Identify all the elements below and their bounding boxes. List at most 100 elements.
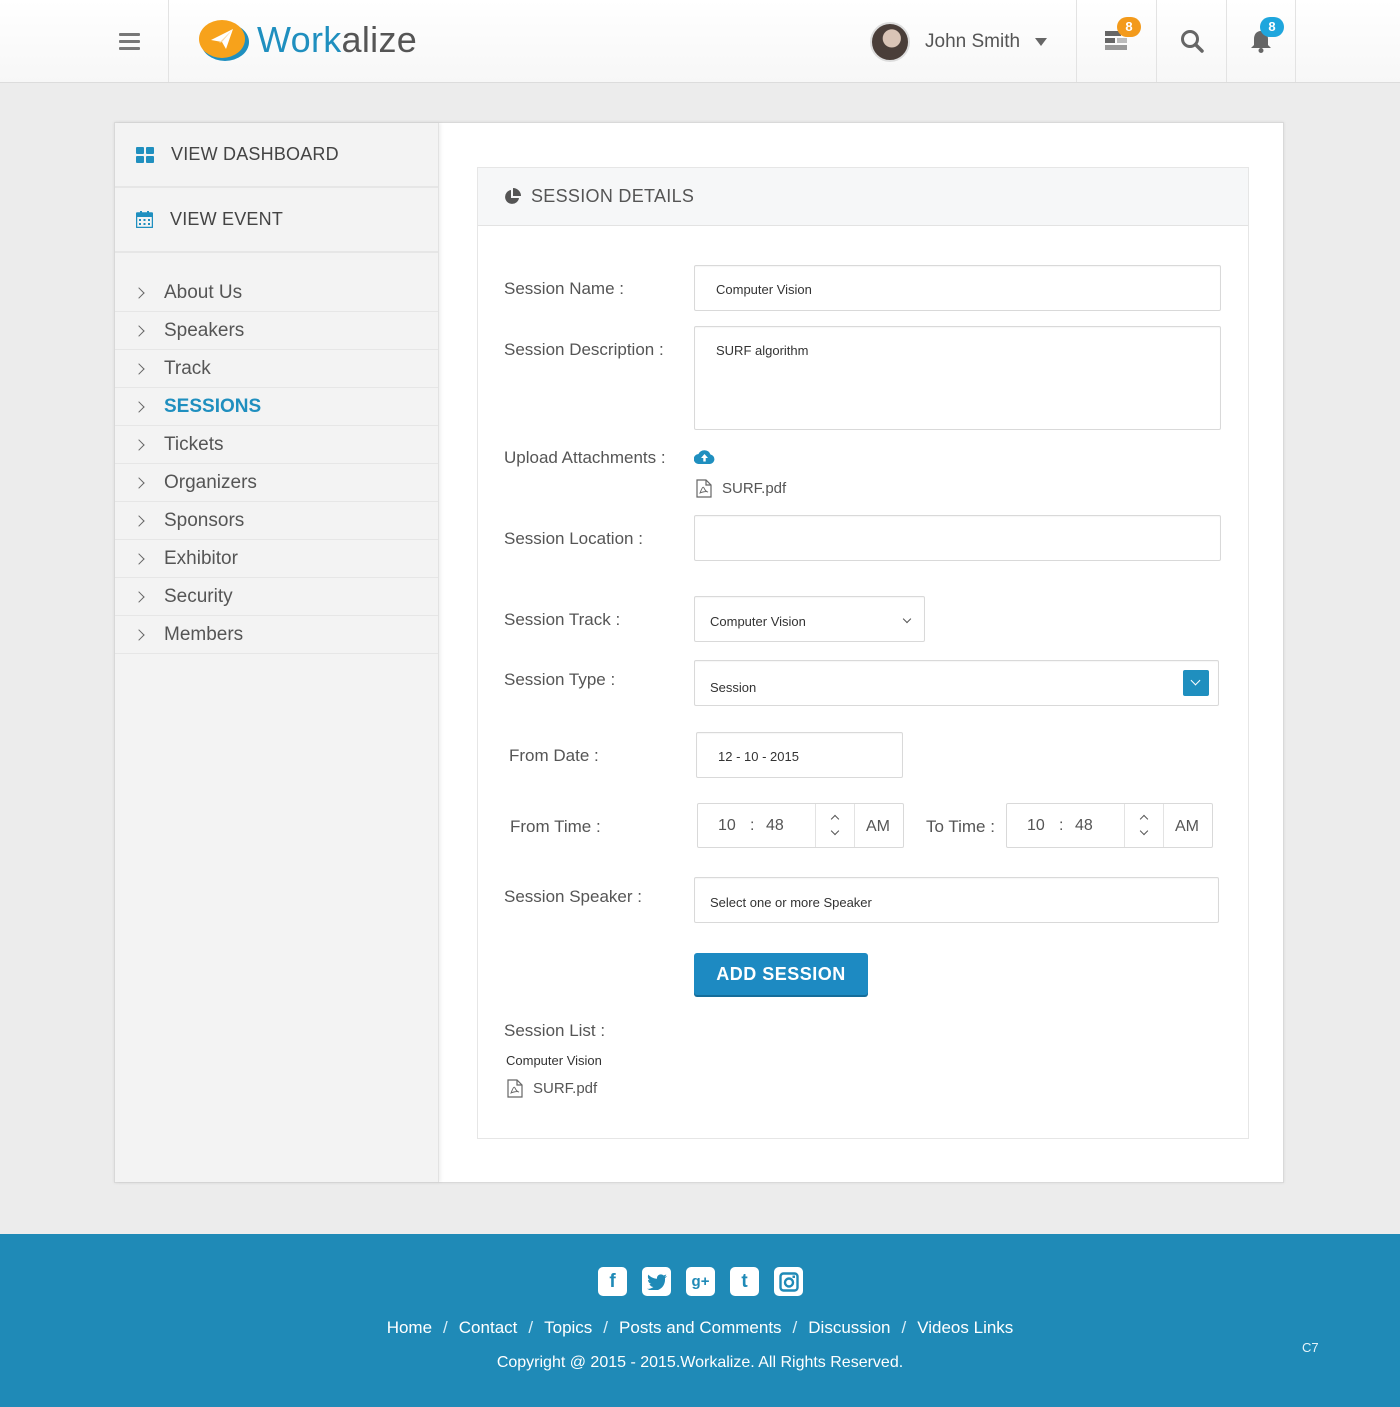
sidebar-item-speakers[interactable]: Speakers [115, 312, 438, 350]
session-description-label: Session Description : [504, 340, 664, 359]
upload-attachments-label: Upload Attachments : [504, 448, 666, 467]
session-name-input[interactable]: Computer Vision [694, 265, 1221, 311]
search-icon [1180, 30, 1204, 53]
pdf-file-icon [507, 1079, 523, 1098]
user-menu[interactable]: John Smith [870, 22, 1048, 62]
session-list-item-filename: SURF.pdf [533, 1080, 598, 1097]
chevron-right-icon [133, 324, 145, 337]
sidebar-item-track[interactable]: Track [115, 350, 438, 388]
tumblr-icon[interactable]: t [730, 1267, 759, 1296]
session-type-label: Session Type : [504, 670, 616, 689]
to-time-minute[interactable]: 48 [1075, 817, 1093, 835]
add-session-button[interactable]: ADD SESSION [694, 953, 868, 995]
paper-plane-logo-icon [199, 20, 249, 61]
from-time-minute[interactable]: 48 [766, 817, 784, 835]
chevron-down-icon[interactable] [830, 826, 840, 836]
session-location-input[interactable] [694, 515, 1221, 561]
chevron-up-icon[interactable] [1139, 814, 1149, 824]
sidebar-item-sessions[interactable]: SESSIONS [115, 388, 438, 426]
instagram-icon[interactable] [774, 1267, 803, 1296]
chevron-down-icon[interactable] [1183, 670, 1209, 696]
social-links: f g+ t [598, 1267, 803, 1296]
from-time-hour[interactable]: 10 [718, 817, 736, 835]
from-date-label: From Date : [509, 746, 599, 765]
sidebar: VIEW DASHBOARD VIEW EVENT About Us Speak… [115, 123, 439, 1182]
top-header: Workalize John Smith 8 8 [0, 0, 1400, 83]
session-speaker-multiselect[interactable]: Select one or more Speaker [694, 877, 1219, 923]
chevron-right-icon [133, 514, 145, 527]
from-time-picker[interactable]: 10 : 48 AM [697, 803, 904, 848]
footer: f g+ t Home / Contact / Topics / Posts and Com… [0, 1234, 1400, 1407]
twitter-icon[interactable] [642, 1267, 671, 1296]
tasks-count-badge: 8 [1117, 17, 1141, 37]
sidebar-item-about-us[interactable]: About Us [115, 274, 438, 312]
search-button[interactable] [1156, 0, 1226, 82]
tasks-button[interactable]: 8 [1076, 0, 1156, 82]
sidebar-item-members[interactable]: Members [115, 616, 438, 654]
sidebar-item-label: About Us [164, 281, 243, 303]
view-dashboard-label: VIEW DASHBOARD [171, 144, 339, 164]
sidebar-item-label: Speakers [164, 319, 245, 341]
from-time-ampm[interactable]: AM [866, 818, 890, 836]
sidebar-nav: About Us Speakers Track SESSIONS Tickets… [115, 274, 438, 654]
session-list-item-title[interactable]: Computer Vision [506, 1053, 602, 1068]
attachment-file[interactable]: SURF.pdf [696, 479, 786, 498]
panel-title: SESSION DETAILS [531, 186, 695, 206]
session-speaker-placeholder: Select one or more Speaker [710, 895, 872, 910]
footer-link-discussion[interactable]: Discussion [808, 1318, 890, 1337]
session-speaker-label: Session Speaker : [504, 887, 642, 906]
sidebar-item-label: SESSIONS [164, 395, 262, 417]
copyright-text: Copyright @ 2015 - 2015.Workalize. All R… [496, 1354, 904, 1371]
session-track-select[interactable]: Computer Vision [694, 596, 925, 642]
chevron-up-icon[interactable] [830, 814, 840, 824]
view-event-link[interactable]: VIEW EVENT [115, 188, 438, 253]
cloud-upload-icon[interactable] [694, 449, 715, 464]
to-time-hour[interactable]: 10 [1027, 817, 1045, 835]
sidebar-item-tickets[interactable]: Tickets [115, 426, 438, 464]
link-separator: / [901, 1318, 907, 1337]
sidebar-item-organizers[interactable]: Organizers [115, 464, 438, 502]
session-name-value: Computer Vision [716, 282, 812, 297]
footer-link-contact[interactable]: Contact [459, 1318, 518, 1337]
sidebar-item-label: Exhibitor [164, 547, 238, 569]
session-list-item-file[interactable]: SURF.pdf [507, 1079, 597, 1098]
session-type-value: Session [710, 680, 757, 695]
sidebar-item-security[interactable]: Security [115, 578, 438, 616]
session-list-label: Session List : [504, 1021, 606, 1040]
sidebar-item-exhibitor[interactable]: Exhibitor [115, 540, 438, 578]
view-dashboard-link[interactable]: VIEW DASHBOARD [115, 123, 438, 188]
page-code: C7 [1302, 1340, 1319, 1355]
from-date-input[interactable]: 12 - 10 - 2015 [696, 732, 903, 778]
from-time-label: From Time : [510, 817, 601, 836]
footer-link-posts-and-comments[interactable]: Posts and Comments [619, 1318, 782, 1337]
sidebar-item-sponsors[interactable]: Sponsors [115, 502, 438, 540]
chevron-right-icon [133, 628, 145, 641]
to-time-stepper[interactable] [1124, 804, 1164, 847]
caret-down-icon [1035, 38, 1048, 46]
link-separator: / [792, 1318, 798, 1337]
google-plus-icon[interactable]: g+ [686, 1267, 715, 1296]
footer-link-home[interactable]: Home [387, 1318, 432, 1337]
to-time-picker[interactable]: 10 : 48 AM [1006, 803, 1213, 848]
chevron-right-icon [133, 552, 145, 565]
notifications-button[interactable]: 8 [1226, 0, 1296, 82]
panel-header: SESSION DETAILS [478, 168, 1248, 226]
footer-link-topics[interactable]: Topics [544, 1318, 592, 1337]
to-time-ampm[interactable]: AM [1175, 818, 1199, 836]
session-track-label: Session Track : [504, 610, 621, 629]
attachment-filename: SURF.pdf [722, 480, 787, 497]
user-name: John Smith [925, 31, 1021, 52]
from-time-stepper[interactable] [815, 804, 855, 847]
app-logo[interactable]: Workalize [195, 16, 417, 64]
chevron-right-icon [133, 438, 145, 451]
notifications-count-badge: 8 [1260, 17, 1284, 37]
session-name-label: Session Name : [504, 279, 624, 298]
session-type-select[interactable]: Session [694, 660, 1219, 706]
chevron-right-icon [133, 400, 145, 413]
footer-link-videos-links[interactable]: Videos Links [917, 1318, 1013, 1337]
facebook-icon[interactable]: f [598, 1267, 627, 1296]
chevron-down-icon[interactable] [1139, 826, 1149, 836]
hamburger-menu-button[interactable] [90, 0, 169, 82]
session-location-label: Session Location : [504, 529, 643, 548]
session-description-textarea[interactable]: SURF algorithm [694, 326, 1221, 430]
